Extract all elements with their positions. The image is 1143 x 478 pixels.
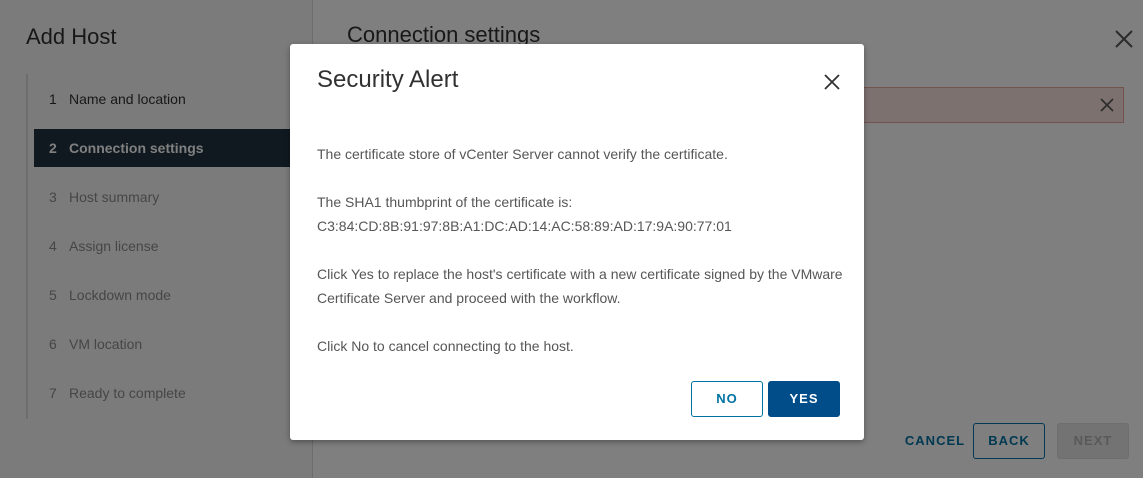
security-alert-dialog: Security Alert The certificate store of … (290, 44, 864, 440)
certificate-message: The certificate store of vCenter Server … (317, 146, 728, 162)
yes-button[interactable]: YES (768, 381, 840, 417)
no-button[interactable]: NO (691, 381, 763, 417)
dialog-body: The certificate store of vCenter Server … (317, 142, 847, 382)
dialog-title: Security Alert (317, 66, 459, 93)
no-explanation: Click No to cancel connecting to the hos… (317, 338, 574, 354)
close-icon[interactable] (822, 72, 842, 92)
thumbprint-value: C3:84:CD:8B:91:97:8B:A1:DC:AD:14:AC:58:8… (317, 218, 732, 234)
yes-explanation: Click Yes to replace the host's certific… (317, 266, 843, 306)
thumbprint-label: The SHA1 thumbprint of the certificate i… (317, 194, 573, 210)
thumbprint-block: The SHA1 thumbprint of the certificate i… (317, 190, 847, 238)
